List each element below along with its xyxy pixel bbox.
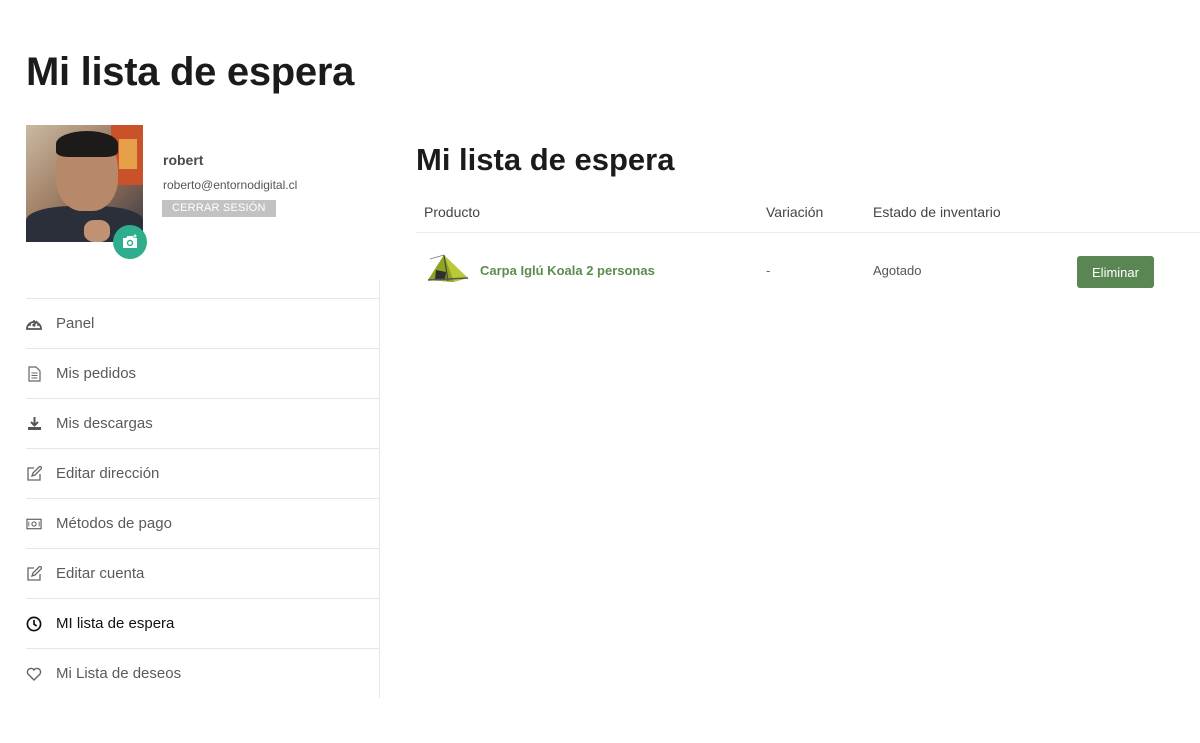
remove-button[interactable]: Eliminar <box>1077 256 1154 288</box>
nav-item-edit-account[interactable]: Editar cuenta <box>26 548 380 598</box>
section-title: Mi lista de espera <box>416 142 675 177</box>
table-row: Carpa Iglú Koala 2 personas - Agotado El… <box>416 233 1200 309</box>
waitlist-table: Producto Variación Estado de inventario … <box>416 195 1200 309</box>
money-icon <box>26 516 42 532</box>
user-name: robert <box>163 152 204 168</box>
user-email: roberto@entornodigital.cl <box>163 178 298 192</box>
nav-item-downloads[interactable]: Mis descargas <box>26 398 380 448</box>
nav-item-label: Métodos de pago <box>56 515 172 532</box>
profile-card: robert roberto@entornodigital.cl CERRAR … <box>26 125 386 265</box>
table-header: Producto Variación Estado de inventario <box>416 195 1200 233</box>
nav-item-label: Editar dirección <box>56 465 160 482</box>
page-title: Mi lista de espera <box>26 50 355 94</box>
column-header-stock: Estado de inventario <box>873 204 1001 220</box>
variation-value: - <box>766 263 771 278</box>
clock-icon <box>26 616 42 632</box>
nav-item-label: Mis pedidos <box>56 365 137 382</box>
dashboard-icon <box>26 316 42 332</box>
nav-item-label: Editar cuenta <box>56 565 145 582</box>
nav-item-label: Mi Lista de deseos <box>56 665 182 682</box>
column-header-variation: Variación <box>766 204 824 220</box>
heart-icon <box>26 666 42 682</box>
nav-item-payment-methods[interactable]: Métodos de pago <box>26 498 380 548</box>
camera-icon[interactable] <box>113 225 147 259</box>
document-icon <box>26 365 42 382</box>
nav-item-wishlist[interactable]: Mi Lista de deseos <box>26 648 380 698</box>
nav-item-label: MI lista de espera <box>56 615 175 632</box>
nav-item-panel[interactable]: Panel <box>26 298 380 348</box>
nav-item-label: Mis descargas <box>56 415 153 432</box>
nav-item-label: Panel <box>56 315 95 332</box>
product-link[interactable]: Carpa Iglú Koala 2 personas <box>480 263 655 278</box>
download-icon <box>26 416 42 432</box>
edit-icon <box>26 465 42 482</box>
nav-item-waitlist[interactable]: MI lista de espera <box>26 598 380 648</box>
logout-button[interactable]: CERRAR SESIÓN <box>162 200 276 217</box>
nav-item-orders[interactable]: Mis pedidos <box>26 348 380 398</box>
account-nav: Panel Mis pedidos Mis descargas Editar d… <box>26 298 380 698</box>
nav-item-edit-address[interactable]: Editar dirección <box>26 448 380 498</box>
product-thumbnail[interactable] <box>424 251 472 285</box>
stock-status: Agotado <box>873 263 922 278</box>
edit-icon <box>26 565 42 582</box>
column-header-product: Producto <box>424 204 481 220</box>
